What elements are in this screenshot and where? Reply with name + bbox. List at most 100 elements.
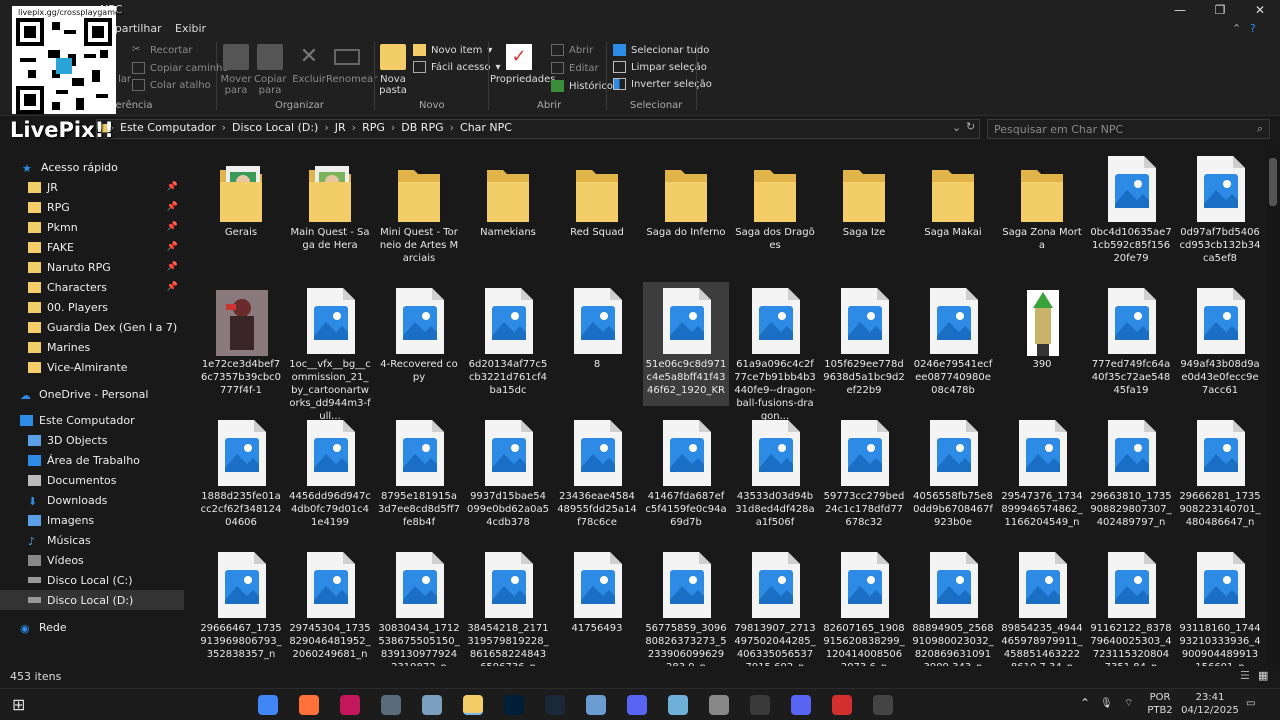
file-item[interactable]: 79813907_2713497502044285_40633505653779… xyxy=(732,546,818,666)
details-view-icon[interactable]: ☰ xyxy=(1240,669,1250,682)
sidebar-item-vice-almirante[interactable]: Vice-Almirante xyxy=(0,357,184,377)
chevron-up-icon[interactable]: ⌃ xyxy=(1080,697,1090,710)
app-icon[interactable] xyxy=(586,695,606,715)
crumb-drive-d[interactable]: Disco Local (D:) xyxy=(232,121,318,134)
chevron-right-icon[interactable]: › xyxy=(324,121,328,134)
minimize-button[interactable]: — xyxy=(1160,0,1200,20)
chevron-right-icon[interactable]: › xyxy=(450,121,454,134)
microphone-icon[interactable]: 🎙 xyxy=(1100,697,1113,710)
file-item[interactable]: 93118160_174493210333936_490090448991315… xyxy=(1177,546,1263,666)
large-icons-view-icon[interactable]: ▦ xyxy=(1258,669,1268,682)
firefox-icon[interactable] xyxy=(299,695,319,715)
properties-button[interactable]: ✓ Propriedades xyxy=(490,44,555,85)
clapperboard-icon[interactable] xyxy=(750,695,770,715)
file-item[interactable]: 105f629ee778d9638d5a1bc9d2ef22b9 xyxy=(821,282,907,406)
chrome-icon[interactable] xyxy=(258,695,278,715)
steam-icon[interactable] xyxy=(545,695,565,715)
app-icon[interactable] xyxy=(832,695,852,715)
chevron-right-icon[interactable]: › xyxy=(352,121,356,134)
open-button[interactable]: Abrir xyxy=(551,44,593,56)
file-item[interactable]: 9937d15bae54099e0bd62a0a54cdb378 xyxy=(465,414,551,538)
sidebar-item-documents[interactable]: Documentos xyxy=(0,470,184,490)
crumb-jr[interactable]: JR xyxy=(335,121,346,134)
search-input[interactable]: Pesquisar em Char NPC ⌕ xyxy=(987,119,1270,139)
scrollbar-thumb[interactable] xyxy=(1269,158,1277,206)
sidebar-item-downloads[interactable]: ⬇ Downloads xyxy=(0,490,184,510)
sidebar-item-guardia-dex[interactable]: Guardia Dex (Gen I a 7) xyxy=(0,317,184,337)
paste-button[interactable]: lar xyxy=(118,74,131,85)
sidebar-item-marines[interactable]: Marines xyxy=(0,337,184,357)
file-item[interactable]: Saga dos Dragões xyxy=(732,150,818,274)
file-item[interactable]: 43533d03d94b31d8ed4df428aa1f506f xyxy=(732,414,818,538)
windows-start-icon[interactable]: ⊞ xyxy=(12,695,25,714)
sidebar-item-naruto-rpg[interactable]: Naruto RPG 📌 xyxy=(0,257,184,277)
file-item[interactable]: 41467fda687efc5f4159fe0c94a69d7b xyxy=(643,414,729,538)
file-item[interactable]: Saga do Inferno xyxy=(643,150,729,274)
chevron-down-icon[interactable]: ⌄ xyxy=(952,121,961,134)
crumb-this-pc[interactable]: Este Computador xyxy=(120,121,216,134)
sidebar-item-fake[interactable]: FAKE 📌 xyxy=(0,237,184,257)
file-item[interactable]: 949af43b08d9ae0d43e0fecc9e7acc61 xyxy=(1177,282,1263,406)
app-icon[interactable] xyxy=(709,695,729,715)
new-item-button[interactable]: Novo item ▾ xyxy=(413,44,492,56)
copy-to-button[interactable]: Copiar para xyxy=(254,44,286,96)
file-item[interactable]: Main Quest - Saga de Hera xyxy=(287,150,373,274)
file-item[interactable]: 4456dd96d947c4db0fc79d01c41e4199 xyxy=(287,414,373,538)
file-item[interactable]: 51e06c9c8d971c4e5a8bff41f4346f62_1920_KR xyxy=(643,282,729,406)
file-item[interactable]: Red Squad xyxy=(554,150,640,274)
file-item[interactable]: 59773cc279bed24c1c178dfd77678c32 xyxy=(821,414,907,538)
file-item[interactable]: 89854235_4944465978979911_45885146322286… xyxy=(999,546,1085,666)
file-item[interactable]: 1oc__vfx__bg__commission_21_by_cartoonar… xyxy=(287,282,373,422)
vertical-scrollbar[interactable] xyxy=(1267,150,1280,666)
select-all-button[interactable]: Selecionar tudo xyxy=(613,44,709,56)
file-item[interactable]: 0246e79541ecfee087740980e08c478b xyxy=(910,282,996,406)
file-item[interactable]: 88894905_2568910980023032_82086963109139… xyxy=(910,546,996,666)
app-icon[interactable] xyxy=(381,695,401,715)
sidebar-item-music[interactable]: ♪ Músicas xyxy=(0,530,184,550)
edit-button[interactable]: Editar xyxy=(551,62,599,74)
help-icon[interactable]: ? xyxy=(1250,22,1256,35)
discord-icon[interactable] xyxy=(791,695,811,715)
file-item[interactable]: 777ed749fc64a40f35c72ae54845fa19 xyxy=(1088,282,1174,406)
file-item[interactable]: 4056558fb75e80dd9b6708467f923b0e xyxy=(910,414,996,538)
sidebar-item-players[interactable]: 00. Players xyxy=(0,297,184,317)
sidebar-item-3d-objects[interactable]: 3D Objects xyxy=(0,430,184,450)
file-item[interactable]: 390 xyxy=(999,282,1085,406)
notification-icon[interactable]: ▭ xyxy=(1246,697,1255,710)
file-item[interactable]: Gerais xyxy=(198,150,284,274)
file-item[interactable]: 29745304_1735829046481952_2060249681_n xyxy=(287,546,373,666)
file-item[interactable]: Saga Makai xyxy=(910,150,996,274)
file-item[interactable]: 29663810_1735908829807307_402489797_n xyxy=(1088,414,1174,538)
chevron-right-icon[interactable]: › xyxy=(222,121,226,134)
wifi-icon[interactable]: ⌔ xyxy=(1124,697,1133,710)
file-item[interactable]: 29666281_1735908223140701_480486647_n xyxy=(1177,414,1263,538)
clear-selection-button[interactable]: Limpar seleção xyxy=(613,61,707,73)
rename-button[interactable]: Renomear xyxy=(326,44,377,85)
file-item[interactable]: 0bc4d10635ae71cb592c85f15620fe79 xyxy=(1088,150,1174,274)
sidebar-item-videos[interactable]: Vídeos xyxy=(0,550,184,570)
game-controller-icon[interactable] xyxy=(627,695,647,715)
tab-view[interactable]: Exibir xyxy=(175,22,206,35)
maximize-button[interactable]: ❐ xyxy=(1200,0,1240,20)
language-indicator[interactable]: POR PTB2 xyxy=(1146,691,1174,717)
invert-selection-button[interactable]: Inverter seleção xyxy=(613,78,712,90)
paste-shortcut-button[interactable]: Colar atalho xyxy=(132,79,211,91)
file-item[interactable]: 41756493 xyxy=(554,546,640,666)
file-item[interactable]: 8795e181915a3d7ee8cd8d5ff7fe8b4f xyxy=(376,414,462,538)
file-item[interactable]: Namekians xyxy=(465,150,551,274)
file-item[interactable]: Mini Quest - Torneio de Artes Marciais xyxy=(376,150,462,274)
file-item[interactable]: 82607165_1908915620838299_12041400850620… xyxy=(821,546,907,666)
file-item[interactable]: 6d20134af77c5cb3221d761cf4ba15dc xyxy=(465,282,551,406)
close-button[interactable]: ✕ xyxy=(1240,0,1280,20)
sidebar-item-characters[interactable]: Characters 📌 xyxy=(0,277,184,297)
crumb-char-npc[interactable]: Char NPC xyxy=(460,121,512,134)
photoshop-icon[interactable] xyxy=(504,695,524,715)
opera-icon[interactable] xyxy=(340,695,360,715)
sidebar-item-jr[interactable]: JR 📌 xyxy=(0,177,184,197)
crumb-db-rpg[interactable]: DB RPG xyxy=(401,121,443,134)
sidebar-item-this-pc[interactable]: Este Computador xyxy=(0,410,184,430)
clock[interactable]: 23:41 04/12/2025 xyxy=(1180,691,1240,717)
sidebar-item-quick-access[interactable]: ★ Acesso rápido xyxy=(0,157,184,177)
file-explorer-icon[interactable] xyxy=(463,695,483,715)
sidebar-item-pictures[interactable]: Imagens xyxy=(0,510,184,530)
